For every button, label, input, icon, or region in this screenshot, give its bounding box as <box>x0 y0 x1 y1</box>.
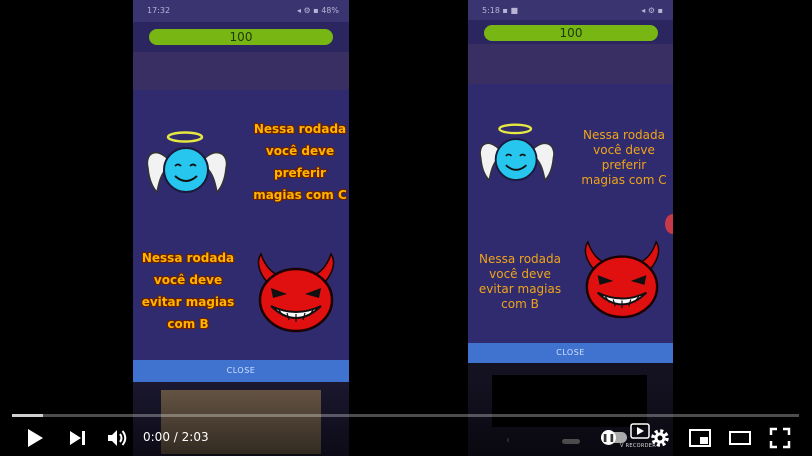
time-separator: / <box>173 430 178 444</box>
angel-hint-line: você deve <box>265 144 335 158</box>
hp-value: 100 <box>229 30 253 44</box>
devil-hint-line: evitar magias <box>141 295 235 309</box>
angel-hint-line: magias com C <box>581 173 667 187</box>
close-button[interactable]: CLOSE <box>468 343 673 363</box>
angel-face-icon <box>479 123 555 182</box>
status-time: 5:18 ▪ ■ <box>482 6 519 15</box>
devil-hint-line: com B <box>501 297 539 311</box>
status-bar: 17:32 ◂ ⚙ ▪ 48% <box>133 0 349 22</box>
fullscreen-icon[interactable] <box>768 426 792 450</box>
angel-hint-line: magias com C <box>253 188 347 202</box>
progress-bar[interactable] <box>12 414 799 417</box>
volume-icon[interactable] <box>105 426 129 450</box>
theater-icon[interactable] <box>728 426 752 450</box>
devil-hint-text: Nessa rodada você deve evitar magias com… <box>472 252 568 312</box>
devil-hint-line: Nessa rodada <box>141 251 235 265</box>
devil-face-icon <box>257 252 335 333</box>
hp-value: 100 <box>559 26 583 40</box>
devil-hint-line: evitar magias <box>478 282 562 296</box>
devil-hint-line: você deve <box>153 273 223 287</box>
play-icon[interactable] <box>22 426 46 450</box>
angel-hint-text: Nessa rodada você deve preferir magias c… <box>245 118 349 206</box>
angel-hint-line: você deve <box>593 143 655 157</box>
edge-orb <box>665 214 673 234</box>
next-icon[interactable] <box>66 426 90 450</box>
time-display: 0:00 / 2:03 <box>143 430 209 444</box>
status-time: 17:32 <box>147 6 171 15</box>
hp-bar: 100 <box>149 29 333 45</box>
close-label: CLOSE <box>556 348 585 357</box>
game-background <box>468 44 673 84</box>
close-button[interactable]: CLOSE <box>133 360 349 382</box>
progress-played <box>12 414 44 417</box>
hint-dialog: Nessa rodada você deve preferir magias c… <box>133 90 349 360</box>
game-background <box>133 52 349 90</box>
devil-face-icon <box>584 240 660 319</box>
devil-hint-text: Nessa rodada você deve evitar magias com… <box>135 247 241 335</box>
autoplay-toggle[interactable]: ❚❚ <box>601 430 627 445</box>
angel-hint-line: Nessa rodada <box>583 128 665 142</box>
devil-hint-line: Nessa rodada <box>479 252 561 266</box>
close-label: CLOSE <box>226 366 256 375</box>
miniplayer-icon[interactable] <box>688 426 712 450</box>
hp-bar: 100 <box>484 25 658 41</box>
status-icons: ◂ ⚙ ▪ <box>641 6 663 15</box>
angel-hint-text: Nessa rodada você deve preferir magias c… <box>578 128 670 188</box>
autoplay-knob: ❚❚ <box>601 430 616 445</box>
status-icons: ◂ ⚙ ▪ 48% <box>296 6 339 15</box>
angel-face-icon <box>146 131 228 194</box>
recorder-logo-icon <box>630 423 650 439</box>
hint-dialog: Nessa rodada você deve preferir magias c… <box>468 84 673 343</box>
angel-hint-line: Nessa rodada <box>253 122 347 136</box>
devil-hint-line: você deve <box>489 267 551 281</box>
status-bar: 5:18 ▪ ■ ◂ ⚙ ▪ <box>468 0 673 20</box>
angel-hint-line: preferir <box>601 158 647 172</box>
angel-hint-line: preferir <box>274 166 326 180</box>
devil-hint-line: com B <box>167 317 209 331</box>
current-time: 0:00 <box>143 430 170 444</box>
duration: 2:03 <box>181 430 209 444</box>
gear-icon[interactable] <box>648 426 672 450</box>
